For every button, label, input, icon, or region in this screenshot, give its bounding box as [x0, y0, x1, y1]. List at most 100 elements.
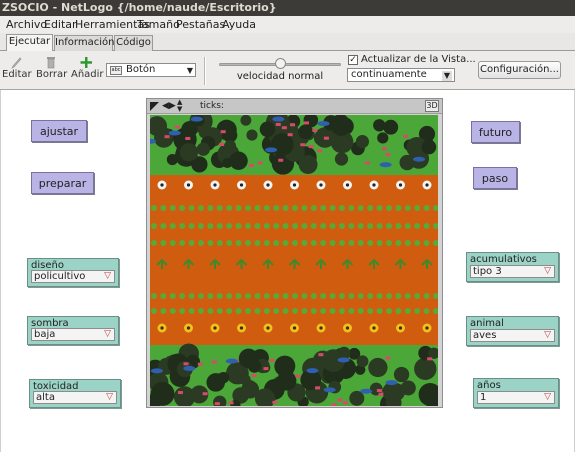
resize-arrow-icon[interactable]: [150, 102, 159, 111]
animal-chooser[interactable]: animal aves ▽: [466, 316, 559, 346]
tree: [383, 119, 399, 135]
crop-plant: [386, 223, 392, 229]
pest-agent: [164, 135, 170, 139]
move-vertical-icon[interactable]: ▲ ▼: [177, 99, 186, 114]
tree: [399, 154, 415, 171]
crop-plant: [386, 205, 392, 211]
acumulativos-chooser[interactable]: acumulativos tipo 3 ▽: [466, 252, 559, 282]
update-mode-dropdown[interactable]: continuamente ▼: [347, 68, 455, 82]
add-button[interactable]: Añadir: [71, 56, 104, 80]
chevron-down-icon: ▽: [544, 392, 551, 402]
crop-plant: [310, 205, 317, 211]
futuro-button[interactable]: futuro: [471, 121, 520, 143]
tree: [224, 140, 237, 152]
crop-plant: [348, 293, 355, 299]
anos-chooser[interactable]: años 1 ▽: [473, 378, 559, 408]
crop-plant: [310, 293, 317, 299]
three-d-button[interactable]: 3D: [425, 100, 439, 112]
sombra-chooser-value-box[interactable]: baja ▽: [31, 328, 115, 341]
crop-plant: [348, 308, 355, 314]
crop-plant: [216, 308, 223, 314]
crop-plant: [151, 293, 157, 299]
preparar-button[interactable]: preparar: [31, 172, 94, 194]
crop-plant: [395, 205, 402, 211]
speed-slider-thumb[interactable]: [275, 58, 286, 69]
bird-agent: [190, 116, 203, 122]
flower-center: [186, 183, 191, 187]
animal-chooser-value-box[interactable]: aves ▽: [470, 329, 555, 342]
widget-type-dropdown[interactable]: abc Botón ▼: [106, 63, 196, 77]
tab-codigo[interactable]: Código: [114, 35, 153, 51]
toxicidad-chooser-value-box[interactable]: alta ▽: [33, 391, 117, 404]
ajustar-button[interactable]: ajustar: [31, 120, 87, 142]
crop-plant: [348, 205, 355, 211]
pest-agent: [337, 398, 343, 402]
flower-center: [239, 326, 244, 330]
tree: [259, 121, 276, 137]
tab-ejecutar[interactable]: Ejecutar: [6, 34, 53, 52]
crop-plant: [169, 223, 176, 229]
settings-button[interactable]: Configuración...: [478, 61, 561, 79]
bird-agent: [323, 387, 336, 393]
sombra-chooser[interactable]: sombra baja ▽: [27, 316, 119, 345]
tree: [421, 139, 437, 155]
add-button-label: Añadir: [71, 69, 104, 80]
tab-informacion[interactable]: Información: [54, 35, 114, 51]
bird-agent: [379, 162, 392, 168]
bird-agent: [272, 116, 285, 122]
move-horizontal-icon[interactable]: ◀▶: [162, 102, 176, 111]
tree: [229, 151, 248, 170]
flower-center: [319, 183, 323, 187]
delete-button[interactable]: Borrar: [36, 56, 67, 80]
anos-chooser-value-box[interactable]: 1 ▽: [477, 391, 555, 404]
crop-plant: [263, 240, 270, 246]
crop-plant: [367, 223, 374, 229]
crop-plant: [301, 223, 308, 229]
bird-agent: [225, 358, 238, 364]
crop-plant: [160, 205, 167, 211]
crop-plant: [245, 223, 251, 229]
pest-agent: [281, 126, 287, 130]
window-title-bar: ZSOCIO - NetLogo {/home/naude/Escritorio…: [0, 0, 575, 16]
crop-plant: [414, 308, 421, 314]
edit-button-label: Editar: [2, 69, 32, 80]
crop-plant: [339, 240, 345, 246]
crop-plant: [357, 293, 364, 299]
toolbar: Editar Borrar Añadir abc Botón ▼ velocid…: [0, 51, 575, 90]
pest-agent: [427, 357, 433, 361]
diseno-chooser-value-box[interactable]: policultivo ▽: [31, 270, 115, 283]
tree: [331, 116, 351, 136]
crop-plant: [376, 240, 383, 246]
crop-plant: [151, 308, 157, 314]
bird-agent: [265, 147, 278, 153]
flower-center: [160, 326, 164, 330]
crop-plant: [198, 223, 204, 229]
menu-archivo[interactable]: Archivo: [6, 16, 47, 33]
menu-tamano[interactable]: Tamaño: [137, 16, 180, 33]
update-view-checkbox[interactable]: ✓: [348, 55, 358, 65]
trash-icon: [47, 57, 55, 69]
menu-pestanas[interactable]: Pestañas: [176, 16, 225, 33]
crop-plant: [263, 308, 270, 314]
crop-plant: [245, 240, 251, 246]
diseno-chooser[interactable]: diseño policultivo ▽: [27, 258, 119, 287]
world-canvas[interactable]: [150, 115, 438, 406]
crop-plant: [301, 240, 308, 246]
crop-plant: [207, 205, 214, 211]
edit-button[interactable]: Editar: [2, 56, 32, 80]
acumulativos-chooser-value-box[interactable]: tipo 3 ▽: [470, 265, 555, 278]
menu-editar[interactable]: Editar: [44, 16, 77, 33]
crop-plant: [179, 240, 186, 246]
bird-agent: [306, 368, 319, 374]
chevron-down-icon: ▽: [104, 329, 111, 339]
world-view: ◀▶ ▲ ▼ ticks: 3D: [146, 98, 443, 408]
crop-plant: [151, 223, 157, 229]
crop-plant: [169, 308, 176, 314]
paso-button[interactable]: paso: [473, 167, 517, 189]
crop-plant: [226, 293, 233, 299]
flower-center: [266, 326, 270, 330]
crop-plant: [357, 308, 364, 314]
toxicidad-chooser[interactable]: toxicidad alta ▽: [29, 379, 121, 408]
crop-plant: [339, 308, 345, 314]
menu-ayuda[interactable]: Ayuda: [222, 16, 256, 33]
